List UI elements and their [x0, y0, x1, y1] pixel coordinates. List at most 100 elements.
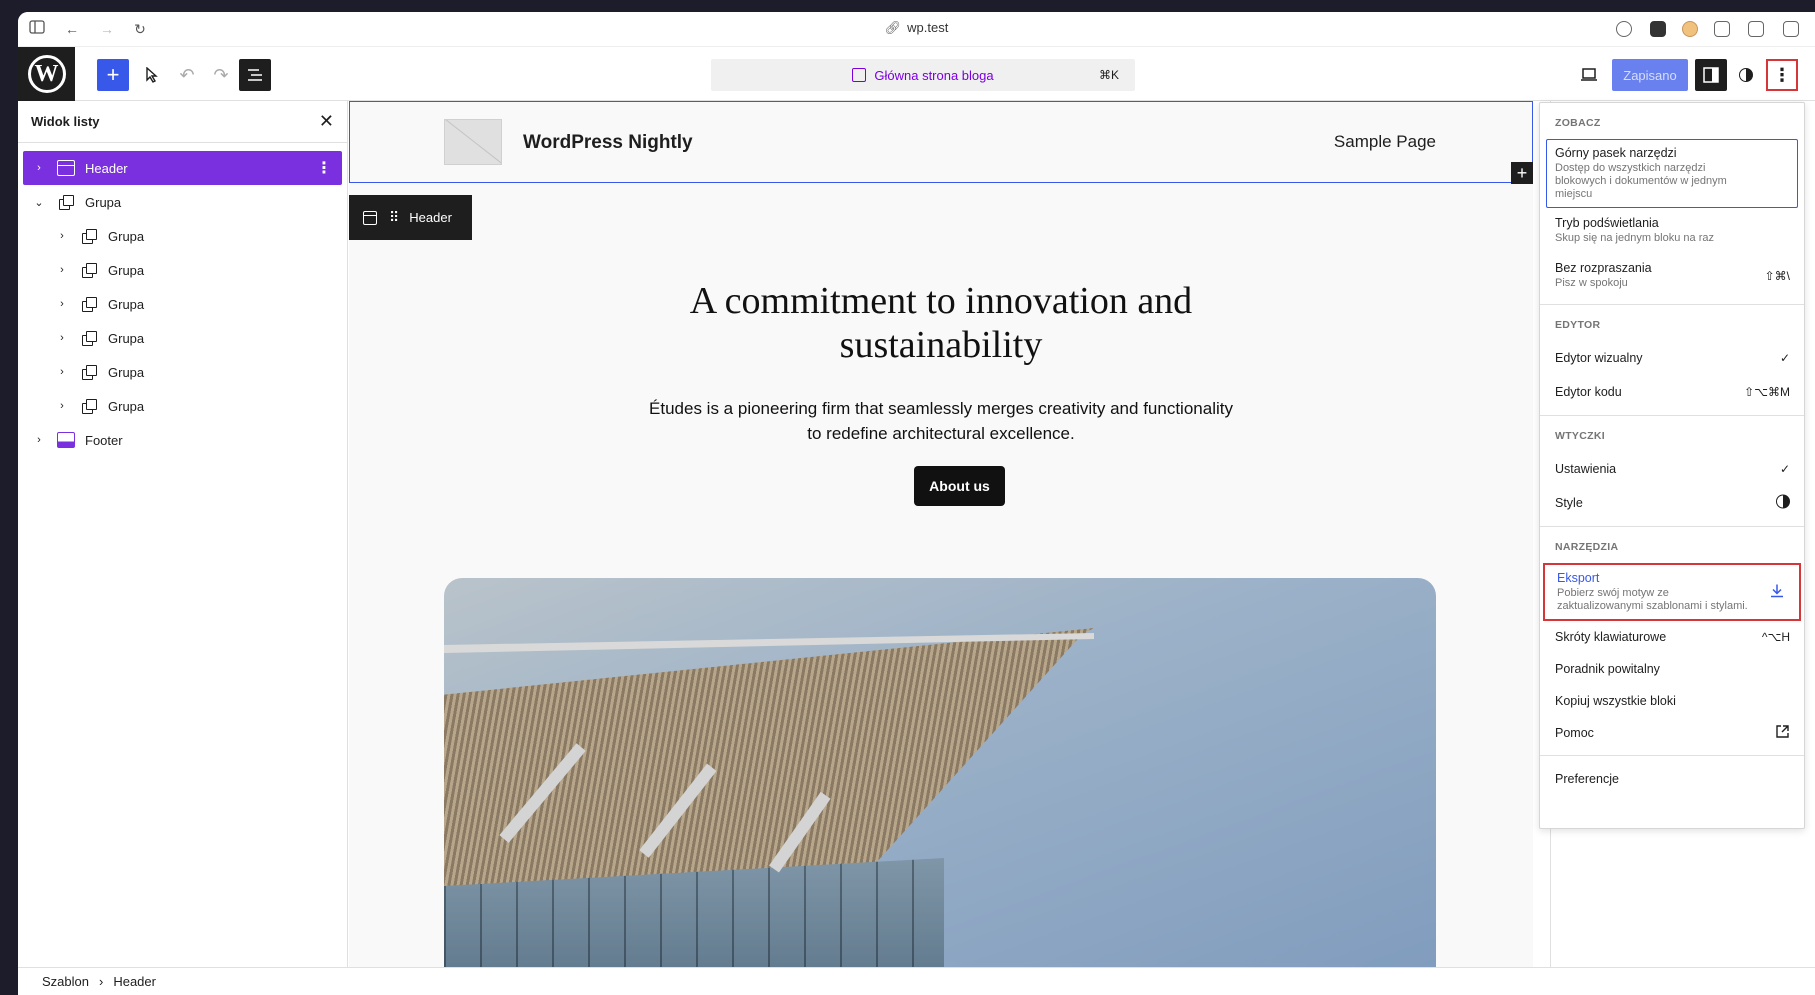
menu-item-help[interactable]: Pomoc: [1540, 717, 1804, 749]
tree-item-group[interactable]: › Grupa: [23, 389, 342, 423]
add-block-button[interactable]: +: [97, 59, 129, 91]
laptop-icon: [1581, 68, 1597, 81]
menu-section-tools: Narzędzia Eksport Pobierz swój motyw ze …: [1540, 527, 1804, 756]
list-view-button[interactable]: [239, 59, 271, 91]
url-text: wp.test: [907, 20, 949, 35]
tree-item-footer[interactable]: › Footer: [23, 423, 342, 457]
undo-button[interactable]: ↶: [171, 59, 203, 91]
group-block-icon: [80, 262, 98, 278]
menu-item-visual-editor[interactable]: Edytor wizualny ✓: [1540, 341, 1804, 375]
device-preview-button[interactable]: [1573, 59, 1605, 91]
menu-item-styles[interactable]: Style: [1540, 486, 1804, 520]
hero-heading[interactable]: A commitment to innovation and sustainab…: [349, 279, 1533, 367]
menu-item-label: Preferencje: [1555, 772, 1619, 786]
extension-icon[interactable]: [1682, 21, 1698, 37]
tree-item-label: Grupa: [108, 262, 145, 278]
menu-item-export[interactable]: Eksport Pobierz swój motyw ze zaktualizo…: [1543, 563, 1801, 621]
select-tool-button[interactable]: [136, 59, 168, 91]
options-dropdown-menu: Zobacz Górny pasek narzędzi Dostęp do ws…: [1539, 102, 1805, 829]
link-icon: 🔗︎: [884, 20, 902, 35]
styles-button[interactable]: [1730, 59, 1762, 91]
tree-item-group[interactable]: › Grupa: [23, 287, 342, 321]
group-block-icon: [80, 296, 98, 312]
menu-item-shortcut: ⇧⌥⌘M: [1744, 385, 1790, 399]
breadcrumb-item[interactable]: Header: [113, 974, 156, 989]
tree-item-group[interactable]: ⌄ Grupa: [23, 185, 342, 219]
menu-section-preferences: Preferencje: [1540, 756, 1804, 802]
extension-icon[interactable]: [1650, 21, 1666, 37]
menu-item-label: Kopiuj wszystkie bloki: [1555, 694, 1676, 708]
hero-heading-line: A commitment to innovation and: [689, 280, 1193, 322]
menu-item-label: Edytor kodu: [1555, 385, 1622, 399]
site-logo-placeholder[interactable]: [444, 119, 502, 165]
list-view-icon: [248, 69, 262, 81]
menu-item-code-editor[interactable]: Edytor kodu ⇧⌥⌘M: [1540, 375, 1804, 409]
address-bar[interactable]: 🔗︎ wp.test: [18, 20, 1815, 36]
split-view-icon[interactable]: [1783, 21, 1799, 37]
chevron-right-icon[interactable]: ›: [54, 400, 70, 412]
options-menu-button[interactable]: ⋮: [1766, 59, 1798, 91]
more-vertical-icon[interactable]: ⋮: [316, 158, 332, 178]
command-label: Główna strona bloga: [874, 67, 994, 83]
wordpress-logo[interactable]: W: [18, 47, 75, 101]
drag-handle-icon[interactable]: ⠿: [389, 209, 399, 226]
menu-item-settings[interactable]: Ustawienia ✓: [1540, 452, 1804, 486]
about-us-button[interactable]: About us: [914, 466, 1005, 506]
hero-paragraph[interactable]: Études is a pioneering firm that seamles…: [349, 396, 1533, 446]
external-link-icon: [1775, 724, 1790, 742]
menu-item-label: Pomoc: [1555, 726, 1594, 740]
extension-icon[interactable]: [1748, 21, 1764, 37]
hero-image[interactable]: [444, 578, 1436, 967]
extension-icon[interactable]: [1616, 21, 1632, 37]
tree-item-group[interactable]: › Grupa: [23, 321, 342, 355]
chevron-right-icon[interactable]: ›: [54, 332, 70, 344]
chevron-right-icon[interactable]: ›: [54, 230, 70, 242]
settings-toggle-button[interactable]: [1695, 59, 1727, 91]
redo-button[interactable]: ↷: [205, 59, 237, 91]
menu-item-shortcut: ^⌥H: [1761, 630, 1790, 644]
wordpress-icon: W: [27, 55, 66, 93]
extension-icon[interactable]: [1714, 21, 1730, 37]
menu-item-description: Dostęp do wszystkich narzędzi blokowych …: [1555, 162, 1727, 200]
menu-item-keyboard-shortcuts[interactable]: Skróty klawiaturowe ^⌥H: [1540, 621, 1804, 653]
chevron-right-icon[interactable]: ›: [31, 162, 47, 174]
chevron-right-icon[interactable]: ›: [54, 264, 70, 276]
sidebar-icon: [1703, 67, 1719, 83]
tree-item-group[interactable]: › Grupa: [23, 355, 342, 389]
menu-item-description: Pobierz swój motyw ze zaktualizowanymi s…: [1557, 587, 1748, 612]
nav-link-sample-page[interactable]: Sample Page: [1334, 132, 1436, 152]
menu-section-plugins: Wtyczki Ustawienia ✓ Style: [1540, 416, 1804, 527]
site-header-block[interactable]: WordPress Nightly Sample Page +: [349, 101, 1533, 184]
chevron-right-icon[interactable]: ›: [54, 366, 70, 378]
menu-item-preferences[interactable]: Preferencje: [1540, 762, 1804, 796]
menu-item-description: Pisz w spokoju: [1555, 277, 1628, 289]
block-toolbar: ⠿ Header: [349, 195, 472, 240]
tree-item-group[interactable]: › Grupa: [23, 219, 342, 253]
close-icon[interactable]: ✕: [319, 111, 334, 132]
chevron-down-icon[interactable]: ⌄: [31, 196, 47, 209]
save-button[interactable]: Zapisano: [1612, 59, 1688, 91]
menu-item-label: Style: [1555, 496, 1583, 510]
tree-item-label: Grupa: [108, 398, 145, 414]
tree-item-group[interactable]: › Grupa: [23, 253, 342, 287]
browser-window: ← → ↻ 🔗︎ wp.test W + ↶ ↷ Główna strona bl…: [18, 12, 1815, 995]
breadcrumb-item[interactable]: Szablon: [42, 974, 89, 989]
menu-item-copy-all-blocks[interactable]: Kopiuj wszystkie bloki: [1540, 685, 1804, 717]
command-palette-button[interactable]: Główna strona bloga ⌘K: [711, 59, 1135, 91]
more-vertical-icon: ⋮: [1773, 64, 1791, 85]
group-block-icon: [80, 364, 98, 380]
menu-item-spotlight[interactable]: Tryb podświetlania Skup się na jednym bl…: [1540, 208, 1804, 253]
check-icon: ✓: [1779, 351, 1790, 365]
add-block-inline-button[interactable]: +: [1511, 162, 1533, 184]
header-block-icon[interactable]: [363, 210, 377, 225]
editor-canvas[interactable]: WordPress Nightly Sample Page + ⠿ Header…: [349, 101, 1533, 967]
editor-top-bar: W + ↶ ↷ Główna strona bloga ⌘K Zapisano …: [18, 47, 1815, 101]
site-title[interactable]: WordPress Nightly: [523, 132, 693, 154]
menu-item-label: Skróty klawiaturowe: [1555, 630, 1667, 644]
menu-item-top-toolbar[interactable]: Górny pasek narzędzi Dostęp do wszystkic…: [1546, 139, 1798, 208]
tree-item-header[interactable]: › Header ⋮: [23, 151, 342, 185]
chevron-right-icon[interactable]: ›: [54, 298, 70, 310]
chevron-right-icon[interactable]: ›: [31, 434, 47, 446]
menu-item-welcome-guide[interactable]: Poradnik powitalny: [1540, 653, 1804, 685]
menu-item-distraction-free[interactable]: Bez rozpraszania Pisz w spokoju ⇧⌘\: [1540, 253, 1804, 298]
